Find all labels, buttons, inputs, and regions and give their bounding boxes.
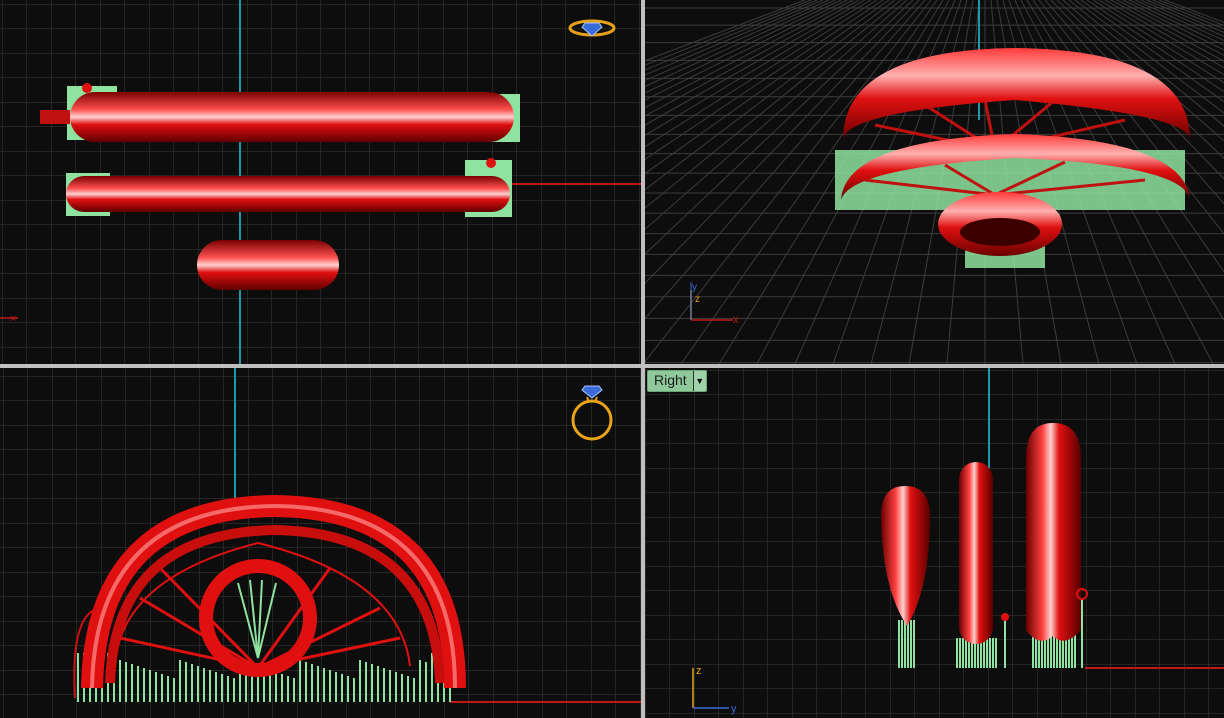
axis-triad: x y z <box>690 282 739 326</box>
svg-text:y: y <box>731 703 737 715</box>
viewport-perspective[interactable]: x y z <box>645 0 1224 364</box>
viewport-right[interactable]: z y Right ▼ <box>645 368 1224 718</box>
viewport-top[interactable]: × <box>0 0 641 364</box>
ring-gizmo-icon[interactable] <box>566 14 618 44</box>
ring-band-top-view <box>66 176 510 212</box>
ring-band-right <box>1026 423 1081 641</box>
ring-detail <box>486 158 496 168</box>
svg-text:z: z <box>695 294 700 305</box>
ring-band-top-view <box>70 92 514 142</box>
svg-text:x: x <box>733 314 739 326</box>
ring-band-right <box>959 462 993 644</box>
ring-detail <box>40 110 70 124</box>
perspective-view-scene: x y z <box>645 0 1224 364</box>
right-view-scene: z y <box>645 368 1224 718</box>
front-view-scene <box>0 368 641 718</box>
ring-gizmo-icon[interactable] <box>567 382 617 448</box>
ring-band-perspective <box>843 48 1190 140</box>
viewport-name-button[interactable]: Right ▼ <box>647 370 707 392</box>
viewport-name-label: Right <box>654 372 687 388</box>
viewport-front[interactable] <box>0 368 641 718</box>
ring-head-top-view <box>197 240 339 290</box>
axis-x-label: × <box>10 313 16 325</box>
viewport-menu-arrow-icon[interactable]: ▼ <box>692 371 706 391</box>
svg-text:y: y <box>692 282 697 293</box>
top-view-scene: × <box>0 0 641 364</box>
four-viewport-layout: × x y z z y Right ▼ <box>0 0 1224 718</box>
svg-text:z: z <box>696 665 702 677</box>
ring-detail <box>82 83 92 93</box>
